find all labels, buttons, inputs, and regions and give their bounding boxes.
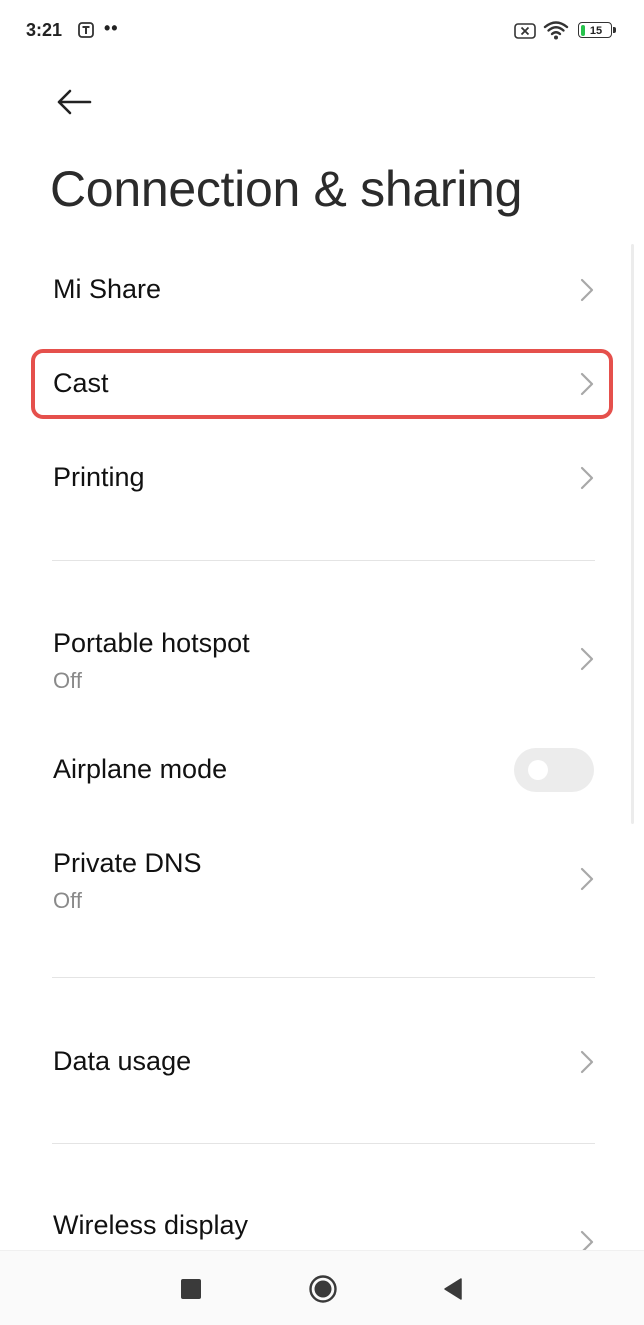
divider bbox=[52, 560, 595, 561]
recents-icon[interactable] bbox=[181, 1279, 201, 1299]
row-private-dns[interactable]: Private DNS Off bbox=[0, 830, 644, 930]
wifi-icon bbox=[543, 21, 569, 40]
page-title: Connection & sharing bbox=[50, 161, 523, 217]
navigation-bar bbox=[0, 1250, 644, 1325]
chevron-right-icon bbox=[580, 466, 594, 490]
status-bar: 3:21 •• 15 bbox=[0, 0, 644, 62]
chevron-right-icon bbox=[580, 278, 594, 302]
row-label: Printing bbox=[53, 462, 145, 492]
chevron-right-icon bbox=[580, 1230, 594, 1250]
toggle-knob bbox=[528, 760, 548, 780]
battery-cap bbox=[613, 27, 616, 33]
status-time: 3:21 bbox=[26, 20, 63, 40]
chevron-right-icon bbox=[580, 1050, 594, 1074]
row-label: Airplane mode bbox=[53, 754, 228, 784]
divider bbox=[52, 1143, 595, 1144]
no-sim-icon bbox=[514, 23, 536, 39]
row-subtitle: Off bbox=[53, 668, 82, 693]
t-app-icon bbox=[78, 22, 94, 38]
home-icon[interactable] bbox=[308, 1274, 338, 1304]
battery-body: 15 bbox=[578, 22, 612, 38]
battery-icon: 15 bbox=[578, 22, 616, 40]
row-data-usage[interactable]: Data usage bbox=[0, 1016, 644, 1108]
back-arrow-icon bbox=[57, 89, 92, 115]
row-subtitle: Off bbox=[53, 888, 82, 913]
row-mi-share[interactable]: Mi Share bbox=[0, 244, 644, 336]
row-label: Portable hotspot bbox=[53, 628, 250, 658]
row-label: Private DNS bbox=[53, 848, 202, 878]
divider bbox=[52, 977, 595, 978]
chevron-right-icon bbox=[580, 647, 594, 671]
battery-level: 15 bbox=[589, 25, 603, 37]
airplane-mode-toggle[interactable] bbox=[514, 748, 594, 792]
status-dots: •• bbox=[104, 18, 119, 38]
row-printing[interactable]: Printing bbox=[0, 432, 644, 524]
highlight-box bbox=[31, 349, 613, 419]
row-label: Mi Share bbox=[53, 274, 162, 304]
row-portable-hotspot[interactable]: Portable hotspot Off bbox=[0, 610, 644, 710]
back-button[interactable] bbox=[44, 80, 104, 124]
back-icon[interactable] bbox=[442, 1277, 464, 1301]
row-wireless-display[interactable]: Wireless display bbox=[0, 1196, 644, 1250]
scrollbar[interactable] bbox=[631, 244, 634, 824]
chevron-right-icon bbox=[580, 867, 594, 891]
row-label: Wireless display bbox=[53, 1210, 249, 1240]
row-label: Data usage bbox=[53, 1046, 192, 1076]
